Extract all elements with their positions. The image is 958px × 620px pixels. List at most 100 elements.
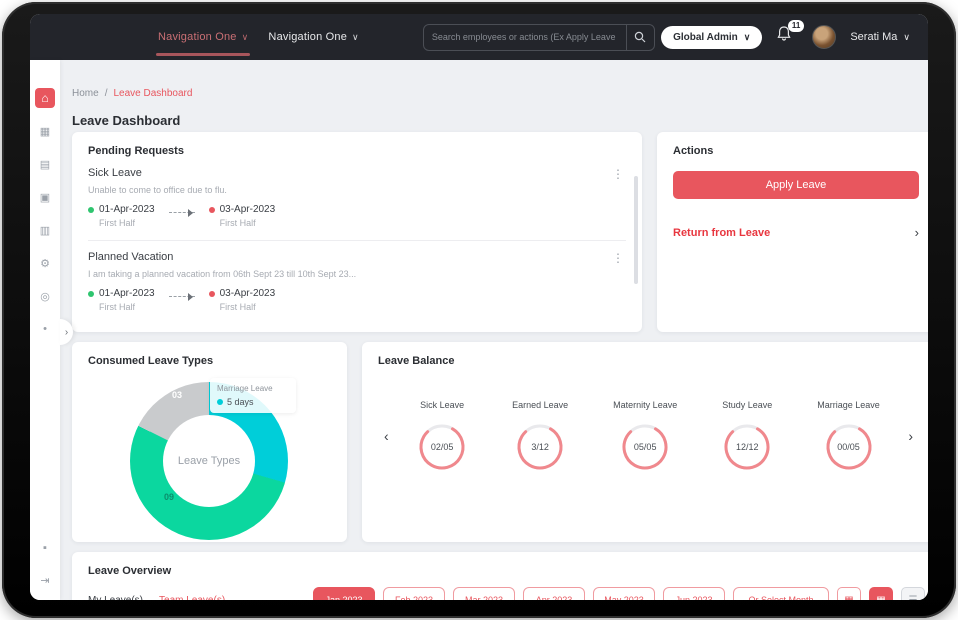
month-button-feb[interactable]: Feb 2023 (383, 587, 445, 600)
request-description: I am taking a planned vacation from 06th… (88, 269, 626, 279)
month-button-jan[interactable]: Jan 2023 (313, 587, 375, 600)
progress-ring: 12/12 (722, 422, 772, 472)
kebab-menu-icon[interactable]: ⋮ (612, 167, 624, 181)
sidebar-item-media[interactable]: ▤ (35, 154, 55, 174)
pending-requests-card: Pending Requests Sick Leave ⋮ Unable to … (72, 132, 642, 332)
search-icon (634, 31, 646, 43)
start-date: 01-Apr-2023 (99, 288, 155, 299)
segment-label-teal: 05 (220, 434, 230, 444)
leave-balance-card: Leave Balance ‹ Sick Leave 02/05 (362, 342, 928, 542)
list-view-button[interactable]: ☰ (901, 587, 925, 600)
chevron-down-icon: ∨ (744, 32, 751, 43)
end-date-block: 03-Apr-2023 First Half (209, 204, 276, 228)
balance-item: Maternity Leave 05/05 (613, 400, 677, 472)
calendar-icon-button[interactable]: ▦ (837, 587, 861, 600)
scrollbar[interactable] (634, 176, 638, 284)
chart-tooltip: Marriage Leave 5 days (210, 378, 296, 413)
avatar[interactable] (812, 25, 836, 49)
consumed-leave-card: Consumed Leave Types Leave Types 05 09 0… (72, 342, 347, 542)
overview-legend: My Leave(s) Team Leave(s) (88, 595, 225, 601)
balance-item: Study Leave 12/12 (722, 400, 772, 472)
prev-arrow-button[interactable]: ‹ (378, 428, 395, 444)
balance-value: 12/12 (722, 422, 772, 472)
request-title: Planned Vacation (88, 251, 626, 263)
home-icon: ⌂ (41, 91, 48, 105)
month-button-jun[interactable]: Jun 2023 (663, 587, 725, 600)
chevron-down-icon: ∨ (352, 32, 359, 43)
balance-item: Earned Leave 3/12 (512, 400, 568, 472)
user-menu[interactable]: Serati Ma ∨ (850, 31, 910, 43)
balance-label: Study Leave (722, 400, 772, 410)
notification-badge: 11 (788, 20, 804, 32)
topbar-right: Global Admin ∨ 11 Serati Ma ∨ (661, 25, 928, 49)
sidebar-item-settings[interactable]: ⚙ (35, 253, 55, 273)
start-half: First Half (99, 302, 155, 312)
month-button-mar[interactable]: Mar 2023 (453, 587, 515, 600)
sidebar-item-documents[interactable]: ▣ (35, 187, 55, 207)
sidebar-item-dashboard[interactable]: ▦ (35, 121, 55, 141)
balance-item: Sick Leave 02/05 (417, 400, 467, 472)
request-title: Sick Leave (88, 167, 626, 179)
page-title: Leave Dashboard (72, 113, 180, 128)
balance-label: Maternity Leave (613, 400, 677, 410)
reports-icon: ◎ (40, 290, 50, 303)
chevron-down-icon: ∨ (242, 32, 249, 43)
leave-balance-title: Leave Balance (378, 355, 919, 367)
request-description: Unable to come to office due to flu. (88, 185, 626, 195)
segment-label-gray: 03 (172, 390, 182, 400)
next-arrow-button[interactable]: › (902, 428, 919, 444)
dashboard-icon: ▦ (40, 125, 50, 138)
start-date-block: 01-Apr-2023 First Half (88, 288, 155, 312)
sidebar-item-profile[interactable]: • (35, 319, 55, 339)
screen: Navigation One ∨ Navigation One ∨ Glob (30, 14, 928, 600)
search-button[interactable] (626, 25, 654, 50)
documents-icon: ▣ (40, 191, 50, 204)
segment-label-green: 09 (164, 492, 174, 502)
end-date: 03-Apr-2023 (220, 288, 276, 299)
month-button-apr[interactable]: Apr 2023 (523, 587, 585, 600)
pending-requests-title: Pending Requests (88, 145, 626, 157)
end-half: First Half (220, 218, 276, 228)
breadcrumb: Home / Leave Dashboard (72, 88, 192, 99)
role-label: Global Admin (673, 32, 738, 43)
balance-label: Sick Leave (420, 400, 464, 410)
balance-value: 05/05 (620, 422, 670, 472)
sidebar-collapse-button[interactable]: ⇥ (35, 570, 55, 590)
progress-ring: 05/05 (620, 422, 670, 472)
month-button-may[interactable]: May 2023 (593, 587, 655, 600)
balance-value: 02/05 (417, 422, 467, 472)
sidebar-item-archive[interactable]: ▪ (35, 538, 55, 558)
start-half: First Half (99, 218, 155, 228)
select-month-button[interactable]: Or Select Month (733, 587, 829, 600)
leave-balance-items: Sick Leave 02/05 Earned Leave (395, 400, 903, 472)
apply-leave-button[interactable]: Apply Leave (673, 171, 919, 199)
search-input[interactable] (424, 25, 626, 50)
start-date-block: 01-Apr-2023 First Half (88, 204, 155, 228)
sidebar-item-reports[interactable]: ◎ (35, 286, 55, 306)
grid-view-button[interactable]: ▦ (869, 587, 893, 600)
notifications-button[interactable]: 11 (776, 25, 798, 49)
consumed-leave-title: Consumed Leave Types (88, 355, 331, 367)
legend-my-leaves[interactable]: My Leave(s) (88, 595, 143, 601)
leave-balance-carousel: ‹ Sick Leave 02/05 Earned Le (378, 400, 919, 472)
role-selector[interactable]: Global Admin ∨ (661, 26, 762, 49)
end-date-block: 03-Apr-2023 First Half (209, 288, 276, 312)
return-from-leave-link[interactable]: Return from Leave › (673, 225, 919, 240)
tooltip-title: Marriage Leave (217, 384, 289, 393)
balance-label: Marriage Leave (817, 400, 880, 410)
nav-item-two[interactable]: Navigation One ∨ (258, 14, 368, 60)
start-date: 01-Apr-2023 (99, 204, 155, 215)
kebab-menu-icon[interactable]: ⋮ (612, 251, 624, 265)
nav-item-label: Navigation One (158, 31, 237, 43)
request-dates: 01-Apr-2023 First Half 03-Apr-2023 First… (88, 204, 626, 228)
nav-item-one[interactable]: Navigation One ∨ (148, 14, 258, 60)
collapse-icon: ⇥ (40, 574, 49, 587)
sidebar-item-approvals[interactable]: ▥ (35, 220, 55, 240)
user-name: Serati Ma (850, 31, 897, 43)
legend-team-leaves[interactable]: Team Leave(s) (159, 595, 225, 601)
sidebar-item-home[interactable]: ⌂ (35, 88, 55, 108)
pending-request-row: Planned Vacation ⋮ I am taking a planned… (88, 240, 626, 324)
actions-title: Actions (673, 145, 919, 157)
donut-hole: Leave Types (163, 415, 255, 507)
breadcrumb-home[interactable]: Home (72, 88, 99, 99)
